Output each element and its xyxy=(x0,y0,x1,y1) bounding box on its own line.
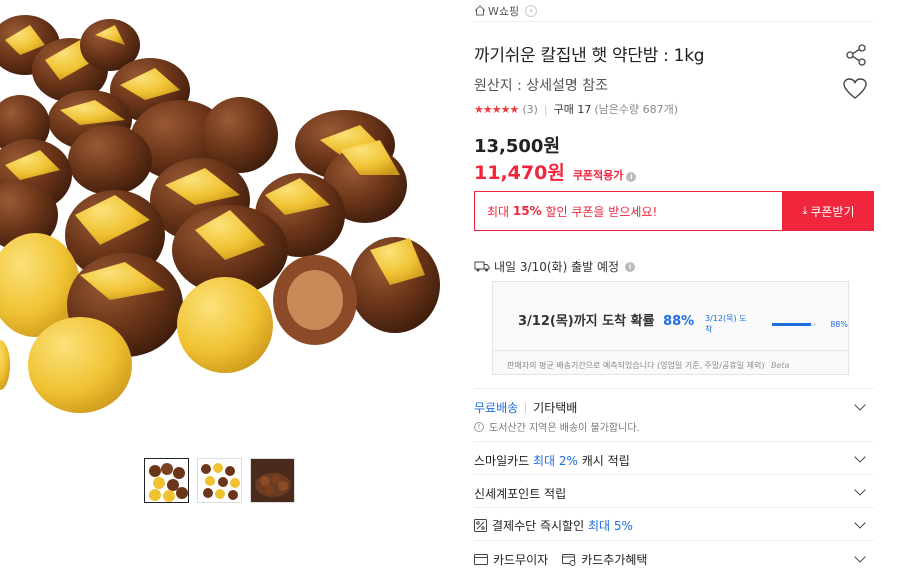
delivery-prediction-box: 3/12(목)까지 도착 확률 88% 3/12(목) 도착 88% 판매자의 … xyxy=(492,281,849,375)
rating-stars[interactable]: ★★★★★ xyxy=(474,103,519,116)
truck-icon xyxy=(474,261,490,272)
smile-card-suffix: 캐시 적립 xyxy=(577,454,630,468)
shipping-method-row[interactable]: 무료배송 기타택배 ! 도서산간 지역은 배송이 불가합니다. xyxy=(474,388,874,441)
card-plus-icon xyxy=(562,553,576,566)
coupon-percent: 15% xyxy=(512,204,542,218)
stock-remaining: (남은수량 687개) xyxy=(594,103,679,116)
card-benefit-row[interactable]: 카드무이자 카드추가혜택 xyxy=(474,540,874,574)
chevron-down-icon[interactable] xyxy=(854,484,866,496)
chevron-down-icon[interactable] xyxy=(854,517,866,529)
heart-icon[interactable] xyxy=(842,77,868,101)
product-main-image xyxy=(0,0,440,440)
get-coupon-label: 쿠폰받기 xyxy=(810,204,855,219)
prediction-mini-percent: 88% xyxy=(830,319,848,329)
notice-icon: ! xyxy=(474,421,484,432)
smile-card-label: 스마일카드 최대 2% 캐시 적립 xyxy=(474,452,630,469)
coupon-banner[interactable]: 최대 15% 할인 쿠폰을 받으세요! xyxy=(474,191,783,231)
prediction-main: 3/12(목)까지 도착 확률 88% xyxy=(518,310,694,329)
island-note-text: 도서산간 지역은 배송이 불가합니다. xyxy=(489,423,640,434)
divider xyxy=(493,350,848,351)
get-coupon-button[interactable]: ⤓ 쿠폰받기 xyxy=(783,191,874,231)
thumbnail-3[interactable] xyxy=(250,458,295,503)
shipping-departure: 내일 3/10(화) 출발 예정 i xyxy=(474,258,636,275)
review-count[interactable]: (3) xyxy=(522,103,538,116)
chevron-down-icon[interactable] xyxy=(854,451,866,463)
rating-row: ★★★★★ (3) | 구매 17 (남은수량 687개) xyxy=(474,101,678,117)
info-icon[interactable]: i xyxy=(626,172,637,182)
smile-card-row[interactable]: 스마일카드 최대 2% 캐시 적립 xyxy=(474,441,874,474)
smile-card-highlight: 최대 2% xyxy=(533,454,578,468)
product-info-panel: W쇼핑 › 까기쉬운 칼집낸 햇 약단밤 : 1kg 원산지 : 상세설명 참조… xyxy=(474,0,874,574)
chevron-down-icon[interactable] xyxy=(854,399,866,411)
island-delivery-note: ! 도서산간 지역은 배송이 불가합니다. xyxy=(474,419,640,434)
divider: | xyxy=(543,102,548,116)
card-benefit-labels: 카드무이자 카드추가혜택 xyxy=(474,551,647,568)
percent-icon xyxy=(474,519,487,532)
thumbnail-1[interactable] xyxy=(144,458,189,503)
share-icon[interactable] xyxy=(844,43,868,67)
courier-label: 기타택배 xyxy=(533,401,578,415)
home-icon[interactable] xyxy=(474,5,486,16)
thumbnail-2[interactable] xyxy=(197,458,242,503)
coupon-suffix: 할인 쿠폰을 받으세요! xyxy=(541,204,658,219)
instant-discount-row[interactable]: 결제수단 즉시할인 최대 5% xyxy=(474,507,874,540)
smile-card-prefix: 스마일카드 xyxy=(474,454,534,468)
prediction-bar xyxy=(772,322,817,326)
original-price: 13,500원 xyxy=(474,136,561,157)
sale-price: 11,470원 xyxy=(474,162,565,184)
card-interest-label: 카드무이자 xyxy=(493,553,549,567)
breadcrumb: W쇼핑 › xyxy=(474,0,874,22)
purchase-count: 구매 17 xyxy=(553,103,592,116)
prediction-percent: 88% xyxy=(663,314,695,329)
prediction-label: 3/12(목)까지 도착 확률 xyxy=(518,314,655,329)
chevron-down-icon[interactable] xyxy=(854,551,866,563)
sale-price-row: 11,470원 쿠폰적용가 i xyxy=(474,158,637,185)
coupon-prefix: 최대 xyxy=(487,204,513,219)
origin-text: 원산지 : 상세설명 참조 xyxy=(474,78,608,94)
instant-discount-prefix: 결제수단 즉시할인 xyxy=(492,519,588,533)
prediction-bar-fill xyxy=(772,322,811,326)
info-icon[interactable]: i xyxy=(625,261,636,272)
coupon-applied-label: 쿠폰적용가 xyxy=(572,169,624,182)
download-icon: ⤓ xyxy=(802,204,808,217)
shipping-method-label: 무료배송 기타택배 xyxy=(474,399,577,416)
card-icon xyxy=(474,554,488,565)
prediction-mini: 3/12(목) 도착 88% xyxy=(705,313,848,335)
prediction-note-text: 판매자의 평균 배송기간으로 예측되었습니다 (영업일 기준, 주말/공휴일 제… xyxy=(507,361,765,370)
chevron-right-icon[interactable]: › xyxy=(525,4,538,17)
ssg-point-row[interactable]: 신세계포인트 적립 xyxy=(474,474,874,507)
instant-discount-highlight: 최대 5% xyxy=(587,519,633,533)
store-link[interactable]: W쇼핑 xyxy=(488,3,519,19)
thumbnail-strip xyxy=(144,458,295,503)
product-title: 까기쉬운 칼집낸 햇 약단밤 : 1kg xyxy=(474,46,705,66)
beta-label: Beta xyxy=(771,361,790,370)
instant-discount-label: 결제수단 즉시할인 최대 5% xyxy=(474,517,633,534)
card-benefit-label: 카드추가혜택 xyxy=(581,553,648,567)
departure-text: 내일 3/10(화) 출발 예정 xyxy=(494,260,620,274)
divider xyxy=(525,402,527,413)
free-shipping-label: 무료배송 xyxy=(474,401,519,415)
prediction-mini-label: 3/12(목) 도착 xyxy=(705,314,747,334)
prediction-note: 판매자의 평균 배송기간으로 예측되었습니다 (영업일 기준, 주말/공휴일 제… xyxy=(507,360,789,371)
ssg-point-label: 신세계포인트 적립 xyxy=(474,487,567,501)
